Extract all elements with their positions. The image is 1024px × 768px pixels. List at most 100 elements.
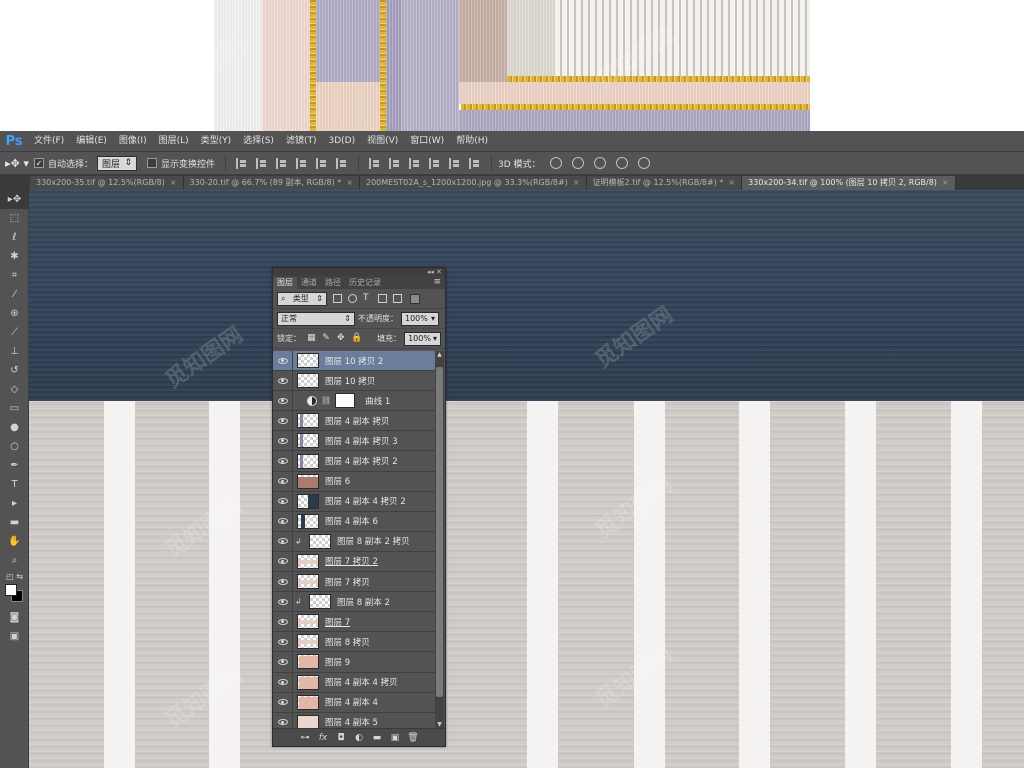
rotate-3d-icon[interactable] [549, 157, 562, 169]
layer-name[interactable]: 曲线 1 [365, 395, 390, 407]
history-brush-tool-icon[interactable]: ↺ [0, 361, 29, 380]
menu-view[interactable]: 视图(V) [361, 131, 404, 151]
adjustment-icon[interactable]: ◐ [350, 731, 368, 745]
align-vcenter-icon[interactable] [256, 157, 268, 169]
add-mask-icon[interactable]: ◘ [332, 731, 350, 745]
gradient-tool-icon[interactable]: ▭ [0, 399, 29, 418]
distribute-bottom-icon[interactable] [409, 157, 421, 169]
layer-thumbnail[interactable] [297, 473, 319, 489]
stamp-tool-icon[interactable]: ⊥ [0, 342, 29, 361]
menu-edit[interactable]: 编辑(E) [70, 131, 113, 151]
align-bottom-icon[interactable] [276, 157, 288, 169]
layer-row[interactable]: ⛓ 曲线 1 [273, 390, 435, 412]
layer-name[interactable]: 图层 4 副本 4 拷贝 [325, 676, 398, 688]
pan-3d-icon[interactable] [593, 157, 606, 169]
layer-thumbnail[interactable] [297, 413, 319, 429]
close-icon[interactable]: × [942, 176, 949, 190]
layer-name[interactable]: 图层 8 拷贝 [325, 636, 370, 648]
layer-thumbnail[interactable] [297, 433, 319, 449]
screen-mode-icon[interactable]: ▣ [0, 627, 29, 646]
visibility-eye-icon[interactable] [273, 591, 293, 612]
layer-thumbnail[interactable] [297, 373, 319, 389]
magic-wand-tool-icon[interactable]: ✱ [0, 247, 29, 266]
layer-row[interactable]: 图层 4 副本 拷贝 [273, 410, 435, 432]
zoom-tool-icon[interactable]: ⌕ [0, 551, 29, 570]
layer-thumbnail[interactable] [297, 674, 319, 690]
layer-row[interactable]: 图层 9 [273, 651, 435, 673]
visibility-eye-icon[interactable] [273, 430, 293, 451]
tab-history[interactable]: 历史记录 [345, 277, 385, 289]
visibility-eye-icon[interactable] [273, 451, 293, 472]
link-layers-icon[interactable]: ⊶ [296, 731, 314, 745]
visibility-eye-icon[interactable] [273, 631, 293, 652]
layer-row[interactable]: 图层 4 副本 拷贝 2 [273, 451, 435, 472]
layer-thumbnail[interactable] [309, 594, 331, 610]
menu-select[interactable]: 选择(S) [237, 131, 280, 151]
color-swatches[interactable] [0, 582, 29, 608]
chain-link-icon[interactable]: ⛓ [321, 396, 331, 405]
tab-channels[interactable]: 通道 [297, 277, 321, 289]
brush-tool-icon[interactable]: ⟋ [0, 323, 29, 342]
opacity-input[interactable]: 100% ▾ [401, 311, 439, 326]
filter-pixel-icon[interactable] [333, 294, 342, 303]
layer-thumbnail[interactable] [297, 453, 319, 469]
menu-file[interactable]: 文件(F) [28, 131, 70, 151]
layer-thumbnail[interactable] [297, 654, 319, 670]
menu-image[interactable]: 图像(I) [113, 131, 153, 151]
layer-mask-thumbnail[interactable] [335, 393, 356, 409]
blur-tool-icon[interactable]: ● [0, 418, 29, 437]
layer-thumbnail[interactable] [297, 574, 319, 590]
layer-name[interactable]: 图层 10 拷贝 2 [325, 355, 383, 367]
lock-transparency-icon[interactable]: ▦ [307, 334, 316, 343]
layer-row[interactable]: 图层 4 副本 5 [273, 712, 435, 729]
lock-position-icon[interactable]: ✥ [336, 334, 345, 343]
dodge-tool-icon[interactable]: ○ [0, 437, 29, 456]
layer-row[interactable]: 图层 4 副本 拷贝 3 [273, 430, 435, 452]
distribute-vcenter-icon[interactable] [389, 157, 401, 169]
pen-tool-icon[interactable]: ✒ [0, 456, 29, 475]
tab-paths[interactable]: 路径 [321, 277, 345, 289]
visibility-eye-icon[interactable] [273, 471, 293, 492]
visibility-eye-icon[interactable] [273, 571, 293, 592]
menu-type[interactable]: 类型(Y) [195, 131, 238, 151]
lasso-tool-icon[interactable]: ℓ [0, 228, 29, 247]
layer-thumbnail[interactable] [297, 614, 319, 630]
default-colors-icon[interactable]: ◰ ⇆ [0, 570, 29, 582]
document-tab-active[interactable]: 330x200-34.tif @ 100% (图层 10 拷贝 2, RGB/8… [742, 176, 956, 190]
filter-adjustment-icon[interactable] [348, 294, 357, 303]
distribute-hcenter-icon[interactable] [449, 157, 461, 169]
eyedropper-tool-icon[interactable]: ⁄ [0, 285, 29, 304]
close-icon[interactable]: × [170, 176, 177, 190]
visibility-eye-icon[interactable] [273, 551, 293, 572]
panel-menu-icon[interactable]: ≡ [433, 277, 441, 287]
panel-title-bar[interactable]: ◂◂ ✕ [273, 268, 445, 276]
visibility-eye-icon[interactable] [273, 370, 293, 391]
layer-list-scrollbar[interactable]: ▲ ▼ [435, 351, 444, 729]
filter-shape-icon[interactable] [378, 294, 387, 303]
show-transform-checkbox[interactable] [147, 158, 158, 168]
visibility-eye-icon[interactable] [273, 491, 293, 512]
fx-icon[interactable]: fx [314, 731, 332, 745]
fill-input[interactable]: 100% ▾ [404, 331, 442, 346]
trash-icon[interactable]: 🗑 [404, 731, 422, 745]
distribute-top-icon[interactable] [369, 157, 381, 169]
visibility-eye-icon[interactable] [273, 611, 293, 632]
visibility-eye-icon[interactable] [273, 651, 293, 672]
lock-all-icon[interactable]: 🔒 [351, 334, 362, 343]
lock-pixels-icon[interactable]: ✎ [322, 334, 331, 343]
align-left-icon[interactable] [296, 157, 308, 169]
layer-name[interactable]: 图层 4 副本 拷贝 2 [325, 455, 398, 467]
layer-thumbnail[interactable] [297, 714, 319, 729]
layer-name[interactable]: 图层 8 副本 2 拷贝 [337, 535, 410, 547]
layer-name[interactable]: 图层 7 [325, 616, 350, 628]
close-icon[interactable]: × [573, 176, 580, 190]
layer-row[interactable]: 图层 4 副本 4 拷贝 2 [273, 491, 435, 512]
filter-toggle[interactable] [410, 293, 420, 304]
filter-type-icon[interactable]: T [363, 294, 372, 303]
slide-3d-icon[interactable] [615, 157, 628, 169]
layer-thumbnail[interactable] [297, 513, 319, 529]
move-tool-preset-icon[interactable]: ▸✥ ▾ [0, 157, 34, 170]
layer-row[interactable]: 图层 7 拷贝 2 [273, 551, 435, 573]
scrollbar-thumb[interactable] [436, 367, 443, 697]
layer-row[interactable]: ↲ 图层 8 副本 2 拷贝 [273, 531, 435, 552]
